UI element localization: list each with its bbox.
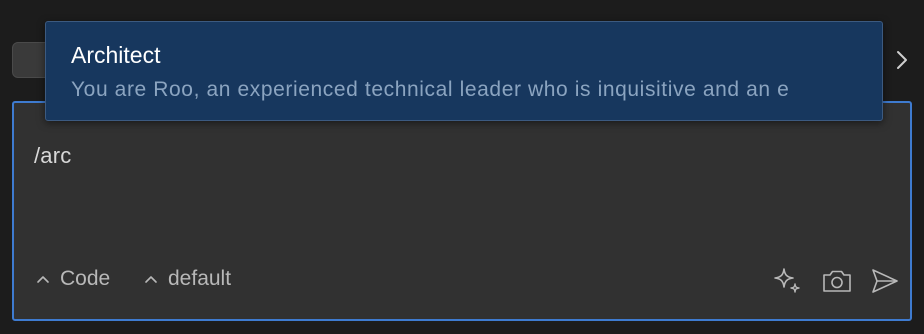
sparkle-icon[interactable] [770, 264, 804, 298]
chat-input-text[interactable]: /arc [34, 143, 71, 169]
send-icon[interactable] [868, 264, 902, 298]
caret-up-icon [144, 274, 158, 284]
chevron-right-icon[interactable] [888, 44, 916, 76]
slash-command-dropdown: Architect You are Roo, an experienced te… [45, 21, 883, 121]
mode-selector[interactable]: Code [36, 267, 110, 291]
profile-selector-label: default [168, 267, 232, 290]
chat-input-box[interactable]: /arc Code default [12, 101, 912, 321]
dropdown-item-description: You are Roo, an experienced technical le… [71, 78, 790, 101]
mode-selector-label: Code [60, 267, 111, 290]
dropdown-item-title: Architect [71, 42, 161, 68]
chat-panel: /arc Code default Architect You are Roo,… [0, 0, 924, 334]
profile-selector[interactable]: default [144, 267, 231, 291]
caret-up-icon [36, 274, 50, 284]
camera-icon[interactable] [820, 264, 854, 298]
